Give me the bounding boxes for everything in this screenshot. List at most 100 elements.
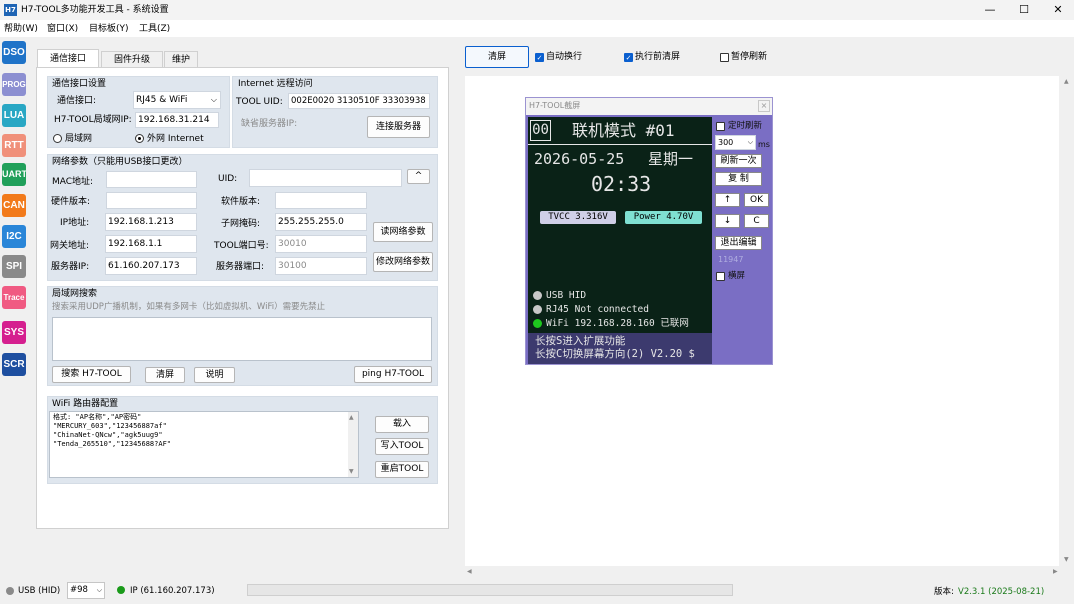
wifi-status-dot	[533, 319, 542, 328]
scroll-down-icon[interactable]: ▼	[349, 468, 354, 475]
output-hscrollbar[interactable]: ◀ ▶	[465, 567, 1062, 577]
write-tool-button[interactable]: 写入TOOL	[375, 438, 429, 455]
load-button[interactable]: 载入	[375, 416, 429, 433]
scroll-left-icon[interactable]: ◀	[467, 568, 472, 575]
sidebar-dso[interactable]: DSO	[2, 41, 26, 64]
ok-button[interactable]: OK	[744, 193, 769, 207]
screen-footer-line1: 长按S进入扩展功能	[535, 335, 626, 347]
uid-field[interactable]	[249, 169, 402, 187]
tab-comm-interface[interactable]: 通信接口	[37, 49, 99, 68]
refresh-once-button[interactable]: 刷新一次	[715, 154, 762, 168]
restart-tool-button[interactable]: 重启TOOL	[375, 461, 429, 478]
tool-port-field[interactable]: 30010	[275, 235, 367, 253]
close-button[interactable]: ✕	[1042, 0, 1074, 20]
counter-value: 11947	[718, 255, 744, 264]
screenshot-close-icon[interactable]: ×	[758, 100, 770, 112]
sidebar-rtt[interactable]: RTT	[2, 134, 26, 157]
device-screen: 00 联机模式 #01 2026-05-25 星期一 02:33 TVCC 3.…	[528, 117, 712, 364]
uid-label: UID:	[218, 174, 238, 184]
sidebar-sys[interactable]: SYS	[2, 321, 26, 344]
version-value: V2.3.1 (2025-08-21)	[958, 587, 1045, 597]
status-bar: USB (HID) #98 ⌵ IP (61.160.207.173) 版本: …	[0, 581, 1074, 604]
sidebar-spi[interactable]: SPI	[2, 255, 26, 278]
server-ip-field[interactable]: 61.160.207.173	[105, 257, 197, 275]
wifi-line: "MERCURY_603","123456887af"	[53, 422, 167, 430]
progress-bar	[247, 584, 733, 596]
mac-field[interactable]	[106, 171, 197, 188]
tool-uid-field[interactable]: 002E0020 3130510F 33303938	[288, 93, 430, 109]
tab-firmware-upgrade[interactable]: 固件升级	[101, 51, 163, 68]
copy-button[interactable]: 复 制	[715, 172, 762, 186]
pause-refresh-checkbox[interactable]	[720, 53, 729, 62]
up-button[interactable]: ↑	[715, 193, 740, 207]
radio-lan[interactable]	[53, 134, 62, 143]
sidebar-can[interactable]: CAN	[2, 194, 26, 217]
read-net-params-button[interactable]: 读网络参数	[373, 222, 433, 242]
wifi-scrollbar[interactable]: ▲ ▼	[348, 412, 358, 477]
subnet-mask-field[interactable]: 255.255.255.0	[275, 213, 367, 231]
pause-refresh-label: 暂停刷新	[731, 52, 768, 62]
output-vscrollbar[interactable]: ▲ ▼	[1062, 76, 1072, 566]
menu-window[interactable]: 窗口(X)	[47, 23, 78, 35]
maximize-button[interactable]: ☐	[1008, 0, 1040, 20]
menu-bar: 帮助(W) 窗口(X) 目标板(Y) 工具(Z)	[0, 20, 1074, 37]
scroll-up-icon[interactable]: ▲	[349, 414, 354, 421]
ping-tool-button[interactable]: ping H7-TOOL	[354, 366, 432, 383]
gateway-label: 网关地址:	[50, 241, 90, 251]
connect-server-button[interactable]: 连接服务器	[367, 116, 430, 138]
gateway-field[interactable]: 192.168.1.1	[105, 235, 197, 253]
lan-clear-button[interactable]: 清屏	[145, 367, 185, 383]
sidebar-prog[interactable]: PROG	[2, 73, 26, 96]
lan-ip-field[interactable]: 192.168.31.214	[135, 112, 219, 128]
subnet-mask-label: 子网掩码:	[221, 219, 261, 229]
server-ip-label: 服务器IP:	[51, 262, 90, 272]
sw-version-field[interactable]	[275, 192, 367, 209]
version-label: 版本:	[934, 587, 954, 597]
scroll-up-icon[interactable]: ▲	[1064, 78, 1069, 85]
iface-select[interactable]: RJ45 & WiFi ⌵	[133, 91, 221, 109]
landscape-checkbox[interactable]	[716, 272, 725, 281]
modify-net-params-button[interactable]: 修改网络参数	[373, 252, 433, 272]
wifi-line: "Tenda_265510","12345688?AF"	[53, 440, 172, 448]
screen-tvcc: TVCC 3.316V	[540, 211, 616, 224]
network-params-title: 网络参数（只能用USB接口更改）	[52, 157, 188, 167]
timer-refresh-checkbox[interactable]	[716, 122, 725, 131]
c-button[interactable]: C	[744, 214, 769, 228]
radio-internet[interactable]	[135, 134, 144, 143]
sidebar-trace[interactable]: Trace	[2, 286, 26, 309]
landscape-label: 横屏	[728, 271, 746, 281]
auto-wrap-checkbox[interactable]: ✓	[535, 53, 544, 62]
lan-search-hint: 搜索采用UDP广播机制，如果有多网卡（比如虚拟机、WiFi）需要先禁止	[52, 302, 326, 312]
search-tool-button[interactable]: 搜索 H7-TOOL	[52, 366, 131, 383]
lan-search-results[interactable]	[52, 317, 432, 361]
port-select[interactable]: #98 ⌵	[67, 582, 105, 599]
lan-search-title: 局域网搜索	[52, 289, 98, 299]
interval-select[interactable]: 300 ⌵	[715, 135, 756, 150]
lan-help-button[interactable]: 说明	[194, 367, 235, 383]
menu-target-board[interactable]: 目标板(Y)	[89, 23, 129, 35]
clear-screen-button[interactable]: 清屏	[465, 46, 529, 68]
exit-edit-button[interactable]: 退出编辑	[715, 236, 762, 250]
ip-field[interactable]: 192.168.1.213	[105, 213, 197, 231]
down-button[interactable]: ↓	[715, 214, 740, 228]
scroll-down-icon[interactable]: ▼	[1064, 556, 1069, 563]
sidebar-i2c[interactable]: I2C	[2, 225, 26, 248]
tab-maintenance[interactable]: 维护	[164, 51, 198, 68]
sidebar-uart[interactable]: UART	[2, 163, 26, 186]
wifi-config-text: 格式: "AP名称","AP密码" "MERCURY_603","1234568…	[53, 413, 171, 449]
server-port-field[interactable]: 30100	[275, 257, 367, 275]
screen-header-num: 00	[530, 120, 551, 141]
iface-label: 通信接口:	[57, 96, 97, 106]
minimize-button[interactable]: —	[974, 0, 1006, 20]
sidebar-scr[interactable]: SCR	[2, 353, 26, 376]
usb-status-label: USB (HID)	[18, 586, 61, 596]
menu-tools[interactable]: 工具(Z)	[139, 23, 170, 35]
scroll-right-icon[interactable]: ▶	[1053, 568, 1058, 575]
clear-before-exec-checkbox[interactable]: ✓	[624, 53, 633, 62]
uid-expand-button[interactable]: ^	[407, 169, 430, 184]
menu-help[interactable]: 帮助(W)	[4, 23, 38, 35]
wifi-config-textarea[interactable]: 格式: "AP名称","AP密码" "MERCURY_603","1234568…	[49, 411, 359, 478]
hw-version-field[interactable]	[106, 192, 197, 209]
interval-unit: ms	[758, 140, 770, 149]
sidebar-lua[interactable]: LUA	[2, 104, 26, 127]
